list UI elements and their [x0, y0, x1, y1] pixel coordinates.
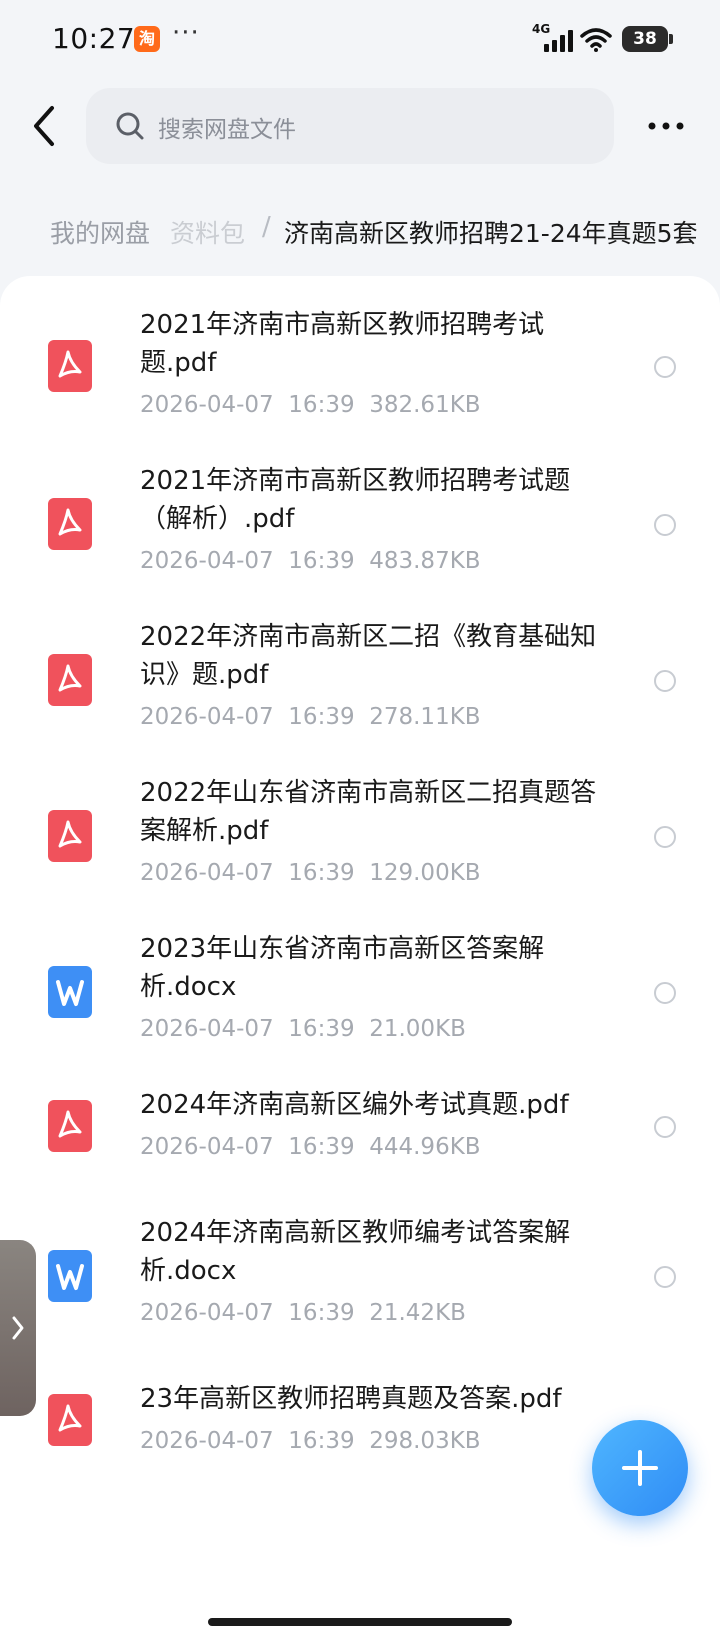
- file-date: 2026-04-07: [140, 1300, 274, 1326]
- home-indicator[interactable]: [208, 1618, 512, 1626]
- file-date: 2026-04-07: [140, 704, 274, 730]
- file-time: 16:39: [288, 704, 355, 730]
- file-time: 16:39: [288, 548, 355, 574]
- pdf-file-icon: [48, 654, 92, 706]
- select-radio[interactable]: [654, 356, 676, 378]
- select-radio[interactable]: [654, 1266, 676, 1288]
- file-name: 2021年济南市高新区教师招聘考试题.pdf: [140, 310, 545, 378]
- file-time: 16:39: [288, 1428, 355, 1454]
- file-size: 129.00KB: [369, 860, 481, 886]
- file-size: 298.03KB: [369, 1428, 481, 1454]
- file-row[interactable]: 2022年济南市高新区二招《教育基础知识》题.pdf 2026-04-07 16…: [0, 618, 720, 758]
- pdf-file-icon: [48, 810, 92, 862]
- plus-icon: [622, 1450, 658, 1486]
- more-options-icon[interactable]: [644, 104, 688, 148]
- select-radio[interactable]: [654, 670, 676, 692]
- file-size: 21.42KB: [369, 1300, 466, 1326]
- file-name: 2024年济南高新区编外考试真题.pdf: [140, 1090, 569, 1120]
- file-row[interactable]: 2023年山东省济南市高新区答案解析.docx 2026-04-07 16:39…: [0, 930, 720, 1070]
- search-icon: [116, 112, 144, 140]
- file-name: 2022年济南市高新区二招《教育基础知识》题.pdf: [140, 622, 597, 690]
- file-meta: 2026-04-07 16:39 129.00KB: [140, 860, 481, 886]
- file-name: 23年高新区教师招聘真题及答案.pdf: [140, 1384, 562, 1414]
- file-time: 16:39: [288, 1300, 355, 1326]
- file-time: 16:39: [288, 860, 355, 886]
- breadcrumb-parent[interactable]: 资料包: [170, 214, 245, 250]
- select-radio[interactable]: [654, 826, 676, 848]
- screen: 10:27 淘 ··· 4G 38 搜索网盘文件 我的网盘 资料包 / 济南高新…: [0, 0, 720, 1640]
- file-meta: 2026-04-07 16:39 483.87KB: [140, 548, 481, 574]
- file-name: 2022年山东省济南市高新区二招真题答案解析.pdf: [140, 778, 597, 846]
- wifi-icon: [580, 28, 612, 52]
- file-time: 16:39: [288, 1134, 355, 1160]
- file-row[interactable]: 2024年济南高新区编外考试真题.pdf 2026-04-07 16:39 44…: [0, 1086, 720, 1186]
- side-panel-handle[interactable]: [0, 1240, 36, 1416]
- pdf-file-icon: [48, 1394, 92, 1446]
- file-row[interactable]: 2021年济南市高新区教师招聘考试题.pdf 2026-04-07 16:39 …: [0, 306, 720, 446]
- file-size: 483.87KB: [369, 548, 481, 574]
- add-button[interactable]: [592, 1420, 688, 1516]
- file-date: 2026-04-07: [140, 1134, 274, 1160]
- file-size: 444.96KB: [369, 1134, 481, 1160]
- taobao-app-icon: 淘: [134, 26, 160, 52]
- word-file-icon: [48, 1250, 92, 1302]
- more-notifications-icon: ···: [172, 18, 200, 48]
- search-input[interactable]: 搜索网盘文件: [86, 88, 614, 164]
- chevron-right-icon: [12, 1316, 24, 1340]
- file-date: 2026-04-07: [140, 1016, 274, 1042]
- file-time: 16:39: [288, 392, 355, 418]
- breadcrumb-current: 济南高新区教师招聘21-24年真题5套: [284, 219, 698, 248]
- battery-icon: 38: [622, 26, 673, 52]
- breadcrumb-separator: /: [262, 212, 271, 242]
- signal-icon: [544, 30, 573, 52]
- file-meta: 2026-04-07 16:39 278.11KB: [140, 704, 481, 730]
- file-row[interactable]: 2022年山东省济南市高新区二招真题答案解析.pdf 2026-04-07 16…: [0, 774, 720, 914]
- select-radio[interactable]: [654, 514, 676, 536]
- back-arrow-icon[interactable]: [28, 104, 62, 148]
- status-time: 10:27: [52, 22, 136, 55]
- breadcrumb: 我的网盘 资料包 / 济南高新区教师招聘21-24年真题5套: [0, 200, 720, 264]
- file-date: 2026-04-07: [140, 392, 274, 418]
- select-radio[interactable]: [654, 982, 676, 1004]
- file-name: 2023年山东省济南市高新区答案解析.docx: [140, 934, 545, 1002]
- file-size: 21.00KB: [369, 1016, 466, 1042]
- status-bar: 10:27 淘 ··· 4G 38: [0, 0, 720, 80]
- file-meta: 2026-04-07 16:39 21.00KB: [140, 1016, 466, 1042]
- pdf-file-icon: [48, 498, 92, 550]
- file-name: 2021年济南市高新区教师招聘考试题（解析）.pdf: [140, 466, 571, 534]
- file-meta: 2026-04-07 16:39 382.61KB: [140, 392, 481, 418]
- file-size: 382.61KB: [369, 392, 481, 418]
- breadcrumb-root[interactable]: 我的网盘: [50, 214, 150, 250]
- file-date: 2026-04-07: [140, 548, 274, 574]
- file-date: 2026-04-07: [140, 1428, 274, 1454]
- file-meta: 2026-04-07 16:39 298.03KB: [140, 1428, 481, 1454]
- file-size: 278.11KB: [369, 704, 481, 730]
- file-meta: 2026-04-07 16:39 444.96KB: [140, 1134, 481, 1160]
- file-row[interactable]: 2024年济南高新区教师编考试答案解析.docx 2026-04-07 16:3…: [0, 1214, 720, 1354]
- pdf-file-icon: [48, 340, 92, 392]
- file-date: 2026-04-07: [140, 860, 274, 886]
- select-radio[interactable]: [654, 1116, 676, 1138]
- file-name: 2024年济南高新区教师编考试答案解析.docx: [140, 1218, 571, 1286]
- pdf-file-icon: [48, 1100, 92, 1152]
- file-time: 16:39: [288, 1016, 355, 1042]
- file-row[interactable]: 2021年济南市高新区教师招聘考试题（解析）.pdf 2026-04-07 16…: [0, 462, 720, 602]
- file-meta: 2026-04-07 16:39 21.42KB: [140, 1300, 466, 1326]
- search-placeholder: 搜索网盘文件: [158, 117, 296, 143]
- word-file-icon: [48, 966, 92, 1018]
